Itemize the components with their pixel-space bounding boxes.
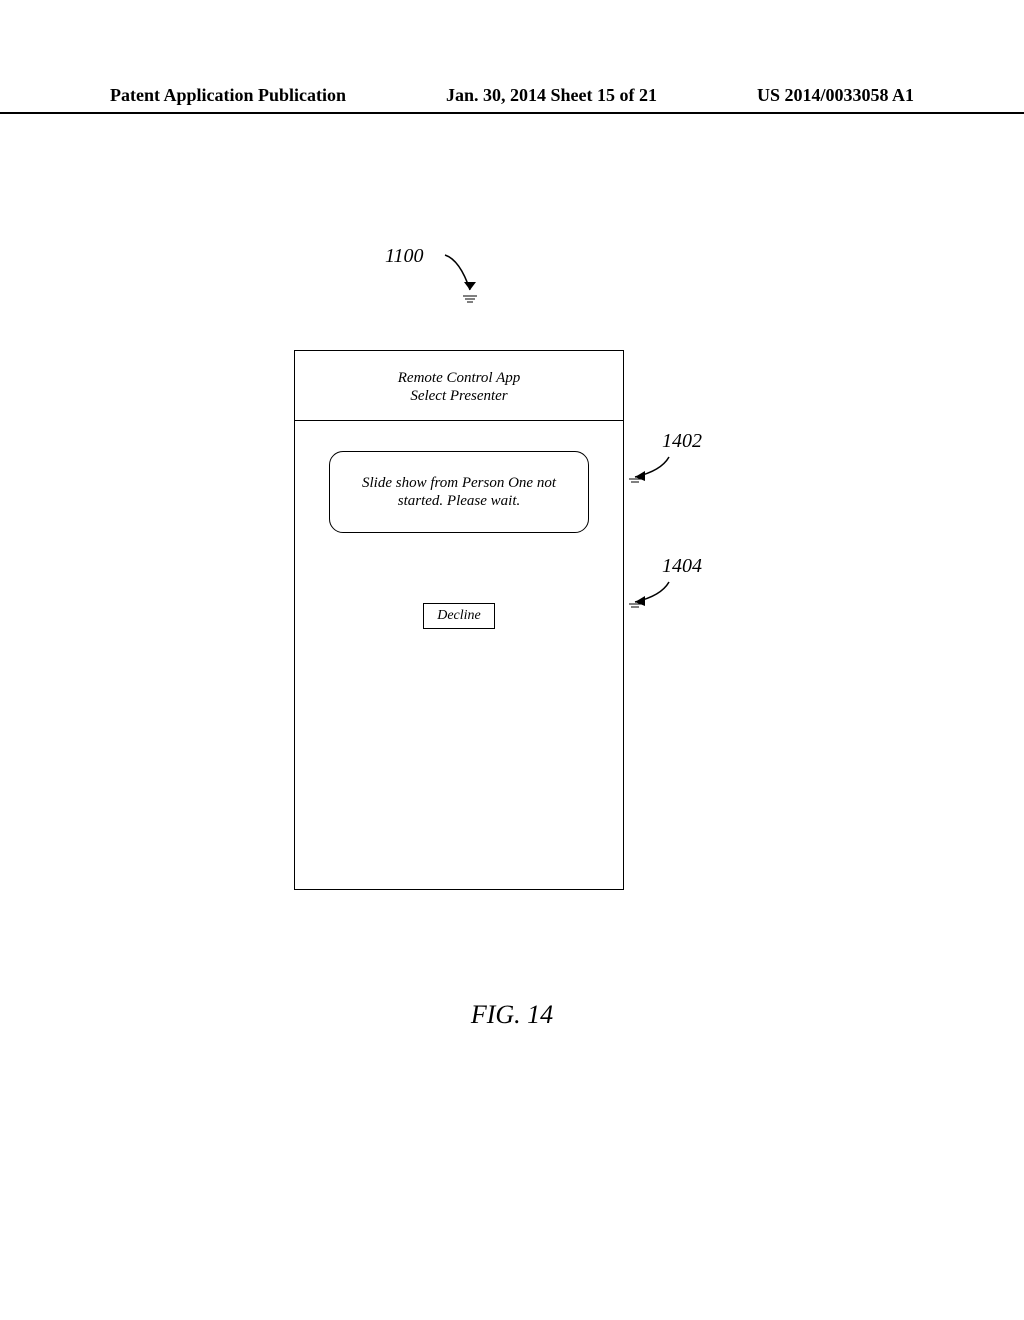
leadline-1402-icon [627, 455, 675, 485]
title-line-1: Remote Control App [295, 369, 623, 387]
header-left: Patent Application Publication [110, 85, 346, 106]
message-line-1: Slide show from Person One not [330, 474, 588, 492]
reference-1402: 1402 [662, 430, 702, 453]
header-center: Jan. 30, 2014 Sheet 15 of 21 [446, 85, 657, 106]
device-titlebar: Remote Control App Select Presenter [295, 351, 623, 421]
arrow-1100-icon [440, 250, 490, 305]
page-header: Patent Application Publication Jan. 30, … [0, 85, 1024, 114]
reference-1404: 1404 [662, 555, 702, 578]
device-frame: Remote Control App Select Presenter Slid… [294, 350, 624, 890]
title-line-2: Select Presenter [295, 387, 623, 405]
leadline-1404-icon [627, 580, 675, 610]
figure-caption: FIG. 14 [0, 1000, 1024, 1030]
decline-button[interactable]: Decline [423, 603, 495, 629]
reference-1100: 1100 [385, 245, 424, 268]
status-message-box: Slide show from Person One not started. … [329, 451, 589, 533]
decline-label: Decline [437, 608, 481, 623]
message-line-2: started. Please wait. [330, 492, 588, 510]
header-right: US 2014/0033058 A1 [757, 85, 914, 106]
